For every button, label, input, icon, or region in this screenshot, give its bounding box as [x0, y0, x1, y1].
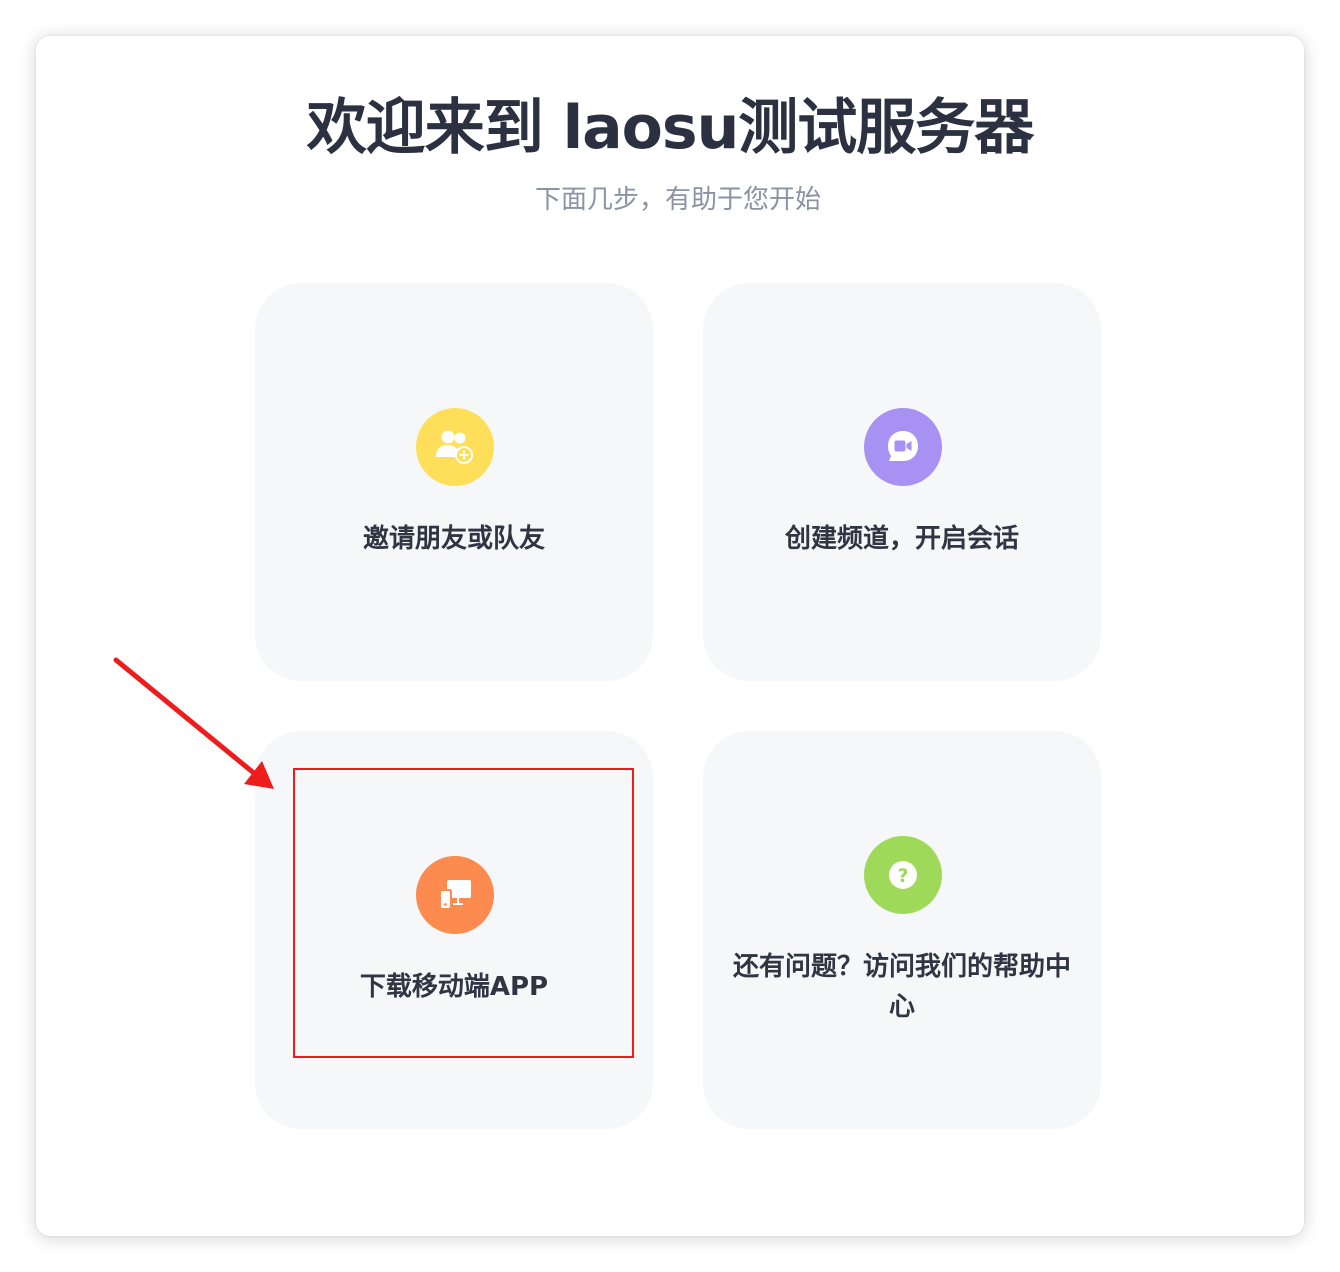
pointer-arrow-icon [113, 657, 274, 789]
